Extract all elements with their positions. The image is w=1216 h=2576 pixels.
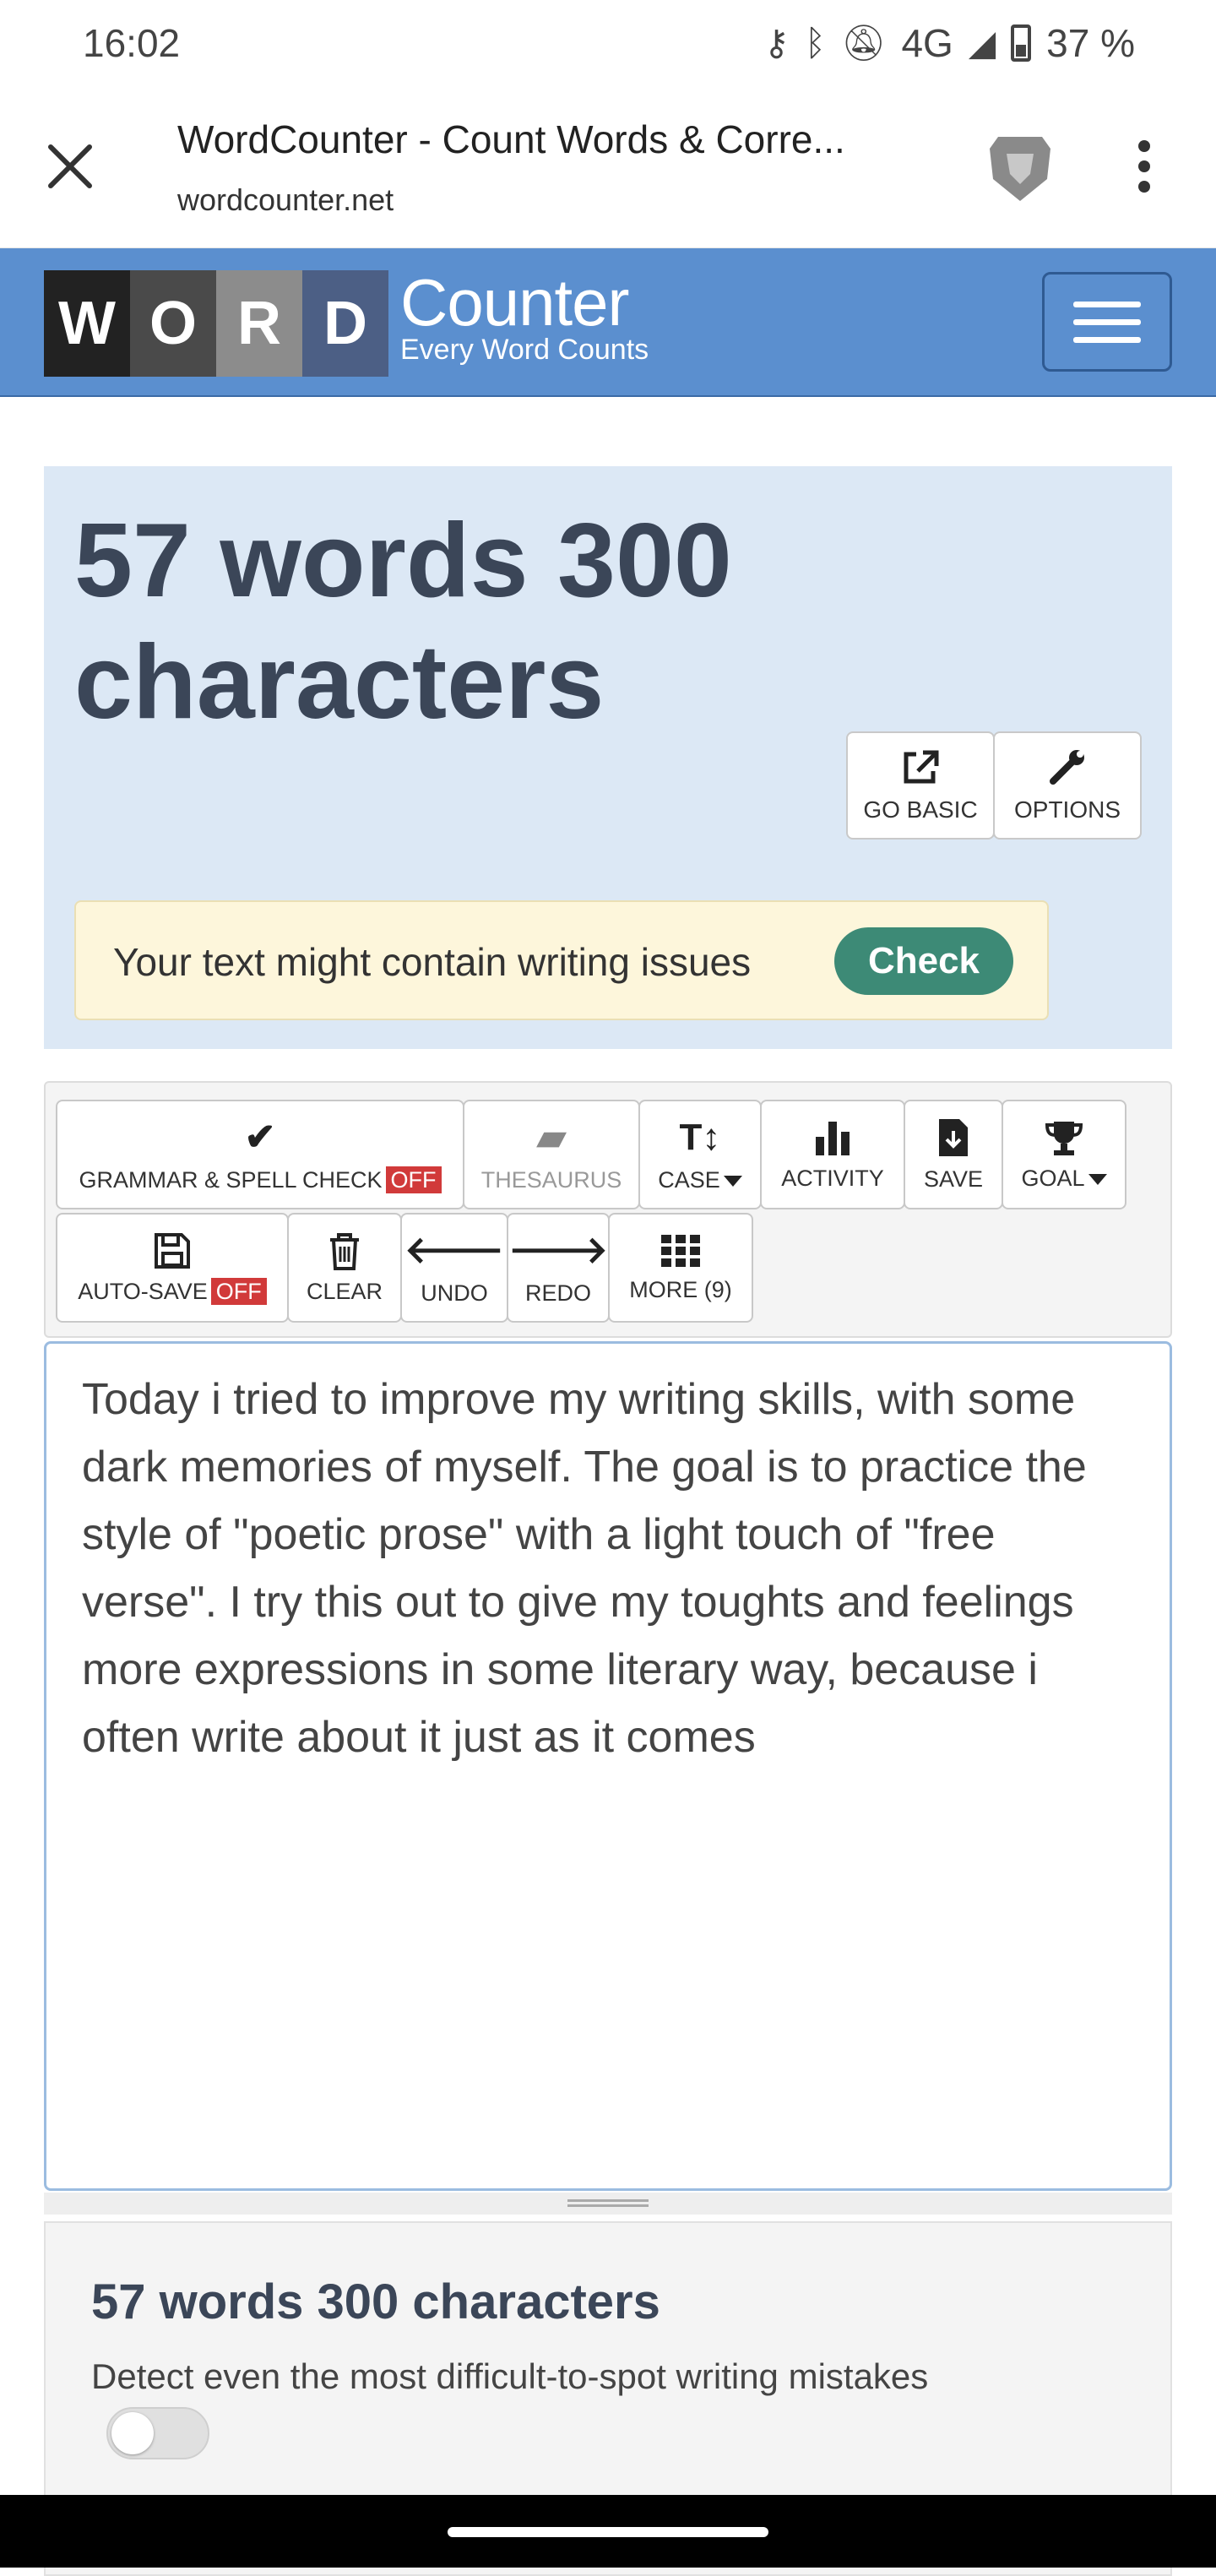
grammar-spell-check-button[interactable]: ✔ GRAMMAR & SPELL CHECK OFF (56, 1100, 464, 1209)
mute-icon: 🔕︎ (841, 23, 887, 62)
bluetooth-icon: ᛒ (804, 23, 827, 62)
grammar-label: GRAMMAR & SPELL CHECK (79, 1166, 383, 1193)
case-label: CASE (658, 1166, 720, 1193)
nav-menu-button[interactable] (1042, 272, 1172, 372)
clear-button[interactable]: CLEAR (287, 1213, 402, 1323)
logo-tagline: Every Word Counts (400, 334, 649, 366)
grammar-off-badge: OFF (385, 1166, 442, 1193)
site-logo[interactable]: W O R D Counter Every Word Counts (44, 265, 649, 377)
close-icon[interactable] (44, 140, 96, 193)
options-button[interactable]: OPTIONS (993, 731, 1142, 840)
clear-label: CLEAR (306, 1278, 383, 1304)
goal-button[interactable]: GOAL (1002, 1100, 1126, 1209)
logo-word: Counter (400, 265, 630, 340)
undo-button[interactable]: 🡐 UNDO (400, 1213, 508, 1323)
logo-text: Counter Every Word Counts (400, 265, 649, 377)
writing-issues-banner: Your text might contain writing issues C… (74, 900, 1049, 1020)
redo-label: REDO (524, 1280, 591, 1306)
editor-text[interactable]: Today i tried to improve my writing skil… (82, 1366, 1137, 1771)
go-basic-label: GO BASIC (863, 796, 978, 823)
checkmark-icon: ✔ (244, 1116, 276, 1158)
trash-icon (330, 1232, 359, 1270)
signal-icon: ◢ (968, 23, 996, 62)
thesaurus-label: THESAURUS (480, 1166, 622, 1193)
editor-toolbar: ✔ GRAMMAR & SPELL CHECK OFF ▰ THESAURUS T… (44, 1081, 1172, 1338)
page-url[interactable]: wordcounter.net (177, 182, 394, 218)
summary-subtitle: Detect even the most difficult-to-spot w… (91, 2356, 929, 2396)
case-button[interactable]: T↕ CASE (638, 1100, 762, 1209)
caret-down-icon (723, 1175, 742, 1187)
key-icon: ⚷ (763, 23, 790, 62)
home-gesture-pill[interactable] (448, 2527, 768, 2537)
save-label: SAVE (923, 1166, 984, 1192)
logo-letter-r: R (216, 270, 302, 377)
status-time: 16:02 (83, 21, 181, 65)
bar-chart-icon (816, 1121, 850, 1155)
logo-letter-w: W (44, 270, 130, 377)
more-label: MORE (9) (629, 1276, 732, 1302)
battery-level: 37 % (1046, 21, 1135, 65)
arrow-right-icon: 🡒 (508, 1229, 608, 1271)
undo-label: UNDO (421, 1280, 488, 1306)
goal-label: GOAL (1021, 1165, 1085, 1191)
save-button[interactable]: SAVE (904, 1100, 1003, 1209)
activity-label: ACTIVITY (781, 1165, 884, 1191)
arrow-left-icon: 🡐 (404, 1229, 504, 1271)
auto-save-button[interactable]: AUTO-SAVE OFF (56, 1213, 289, 1323)
battery-icon (1011, 24, 1032, 62)
brave-lion-icon[interactable] (986, 132, 1054, 204)
network-type: 4G (901, 21, 953, 65)
auto-save-label: AUTO-SAVE (78, 1278, 208, 1304)
logo-letter-o: O (130, 270, 216, 377)
wrench-icon (1050, 750, 1084, 785)
text-height-icon: T↕ (679, 1116, 721, 1158)
view-buttons: GO BASIC OPTIONS (846, 731, 1142, 840)
writing-issues-text: Your text might contain writing issues (113, 940, 752, 984)
book-icon: ▰ (537, 1116, 566, 1158)
goal-label-row: GOAL (1021, 1165, 1107, 1192)
redo-button[interactable]: 🡒 REDO (507, 1213, 610, 1323)
grammar-label-row: GRAMMAR & SPELL CHECK OFF (79, 1166, 442, 1193)
trophy-icon (1045, 1121, 1083, 1155)
go-basic-button[interactable]: GO BASIC (846, 731, 995, 840)
status-icons: ⚷ ᛒ 🔕︎ 4G ◢ 37 % (763, 20, 1135, 66)
file-download-icon (939, 1118, 968, 1156)
grammar-check-toggle[interactable] (106, 2407, 209, 2459)
site-header: W O R D Counter Every Word Counts (0, 248, 1216, 397)
auto-save-off-badge: OFF (210, 1277, 267, 1305)
status-bar: 16:02 ⚷ ᛒ 🔕︎ 4G ◢ 37 % (0, 0, 1216, 88)
count-panel: 57 words 300 characters GO BASIC OPTIONS… (44, 466, 1172, 1049)
word-character-count: 57 words 300 characters (74, 503, 732, 741)
summary-count: 57 words 300 characters (91, 2274, 660, 2329)
system-nav-bar (0, 2495, 1216, 2568)
floppy-disk-icon (155, 1232, 190, 1269)
auto-save-label-row: AUTO-SAVE OFF (78, 1277, 267, 1305)
text-editor[interactable]: Today i tried to improve my writing skil… (44, 1341, 1172, 2191)
overflow-menu-icon[interactable] (1132, 140, 1157, 199)
page-title: WordCounter - Count Words & Corre... (177, 117, 845, 161)
external-link-icon (904, 750, 939, 784)
case-label-row: CASE (658, 1167, 742, 1193)
caret-down-icon (1088, 1173, 1107, 1185)
options-label: OPTIONS (1013, 796, 1121, 823)
browser-bar: WordCounter - Count Words & Corre... wor… (0, 88, 1216, 248)
grid-icon (661, 1234, 700, 1267)
logo-letter-d: D (302, 270, 388, 377)
editor-resize-handle[interactable] (44, 2193, 1172, 2215)
thesaurus-button[interactable]: ▰ THESAURUS (463, 1100, 640, 1209)
activity-button[interactable]: ACTIVITY (760, 1100, 905, 1209)
more-button[interactable]: MORE (9) (608, 1213, 753, 1323)
check-button[interactable]: Check (834, 927, 1013, 995)
